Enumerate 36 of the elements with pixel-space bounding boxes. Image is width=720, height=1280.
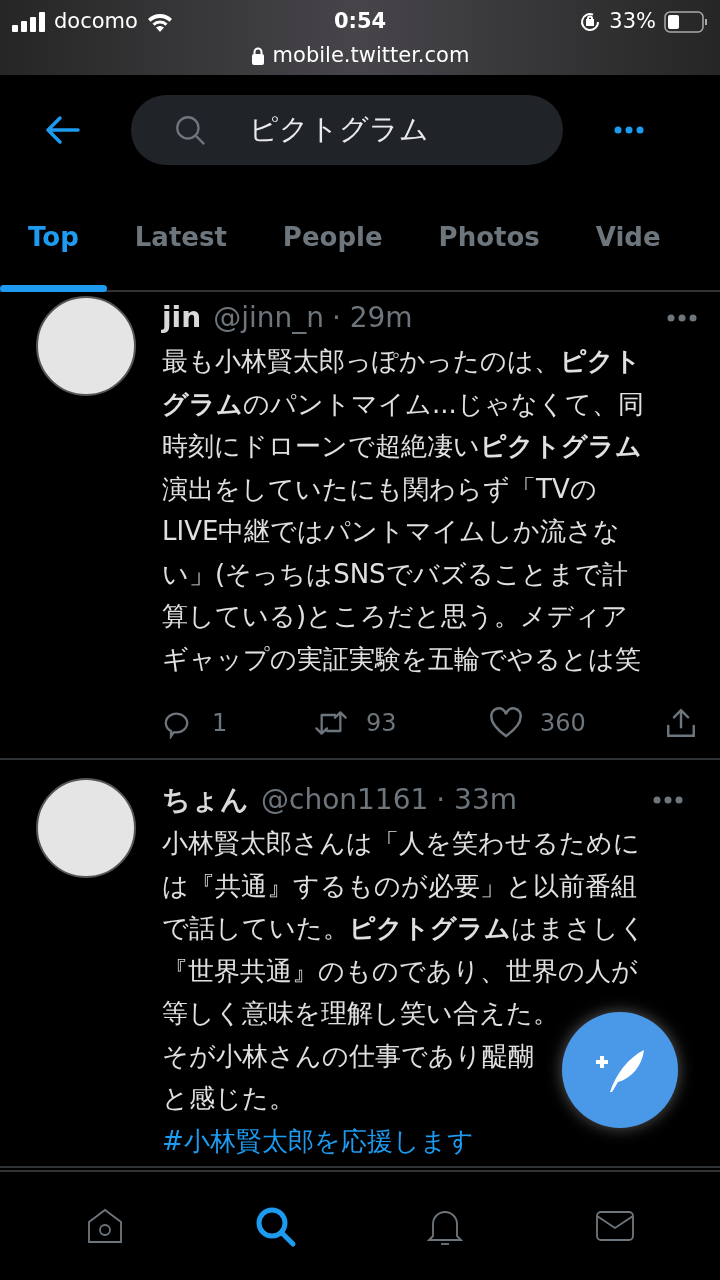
search-field[interactable]: ピクトグラム <box>131 95 563 165</box>
search-icon <box>173 113 207 147</box>
user-handle: @jinn_n <box>213 300 324 336</box>
signal-icon <box>12 12 46 32</box>
battery-icon <box>664 11 708 33</box>
user-name[interactable]: jin <box>162 297 202 339</box>
share-icon[interactable] <box>664 706 698 740</box>
tweet-time: · 33m <box>436 782 517 818</box>
back-arrow-icon[interactable] <box>45 115 81 145</box>
tweet-text: 等しく意味を理解し笑い合えた。 そが小林さんの仕事であり醍醐 と感じた。 <box>162 997 559 1115</box>
user-name[interactable]: ちょん <box>162 779 249 821</box>
tab[interactable]: Photos <box>410 185 568 290</box>
user-handle: @chon1161 <box>261 782 429 818</box>
tab[interactable]: Latest <box>106 185 255 290</box>
lock-icon <box>250 47 265 65</box>
tab[interactable]: Top <box>0 185 107 290</box>
like-count: 360 <box>540 708 586 739</box>
hashtag-link[interactable]: #小林賢太郎を応援します <box>162 1119 474 1162</box>
tab[interactable]: People <box>254 185 411 290</box>
more-icon[interactable] <box>666 313 698 323</box>
more-icon[interactable] <box>613 125 645 135</box>
clock-time: 0:54 <box>333 8 387 36</box>
tweet-time: · 29m <box>331 300 413 336</box>
url-text[interactable]: mobile.twitter.com <box>272 40 470 72</box>
heart-icon[interactable] <box>488 707 524 739</box>
compose-button[interactable] <box>562 1012 678 1128</box>
battery-percent: 33% <box>609 8 656 36</box>
carrier-name: docomo <box>54 8 138 36</box>
retweet-count: 93 <box>366 708 397 739</box>
more-icon[interactable] <box>652 795 684 805</box>
tweet-text: 最も小林賢太郎っぽかったのは、ピクト グラムのパントマイム...じゃなくて、同 時刻にドローンで超絶凄いピクトグラム 演出をしていたにも関わらず「TVの LIVE中継ではパントマイムしか流さな い」(そっちはSNSでバズることまで計 算している)ところだと思う。メディア ギャップの実証実験を五輪でやるとは笑 <box>162 345 644 676</box>
wifi-icon <box>145 12 174 32</box>
rotation-lock-icon <box>579 11 602 33</box>
tab[interactable]: Vide <box>567 185 689 290</box>
tweet-text: 小林賢太郎さんは「人を笑わせるために は『共通』するものが必要」と以前番組 で話していた。ピクトグラムはまさしく 『世界共通』のものであり、世界の人が <box>162 827 646 988</box>
reply-count: 1 <box>212 708 228 739</box>
